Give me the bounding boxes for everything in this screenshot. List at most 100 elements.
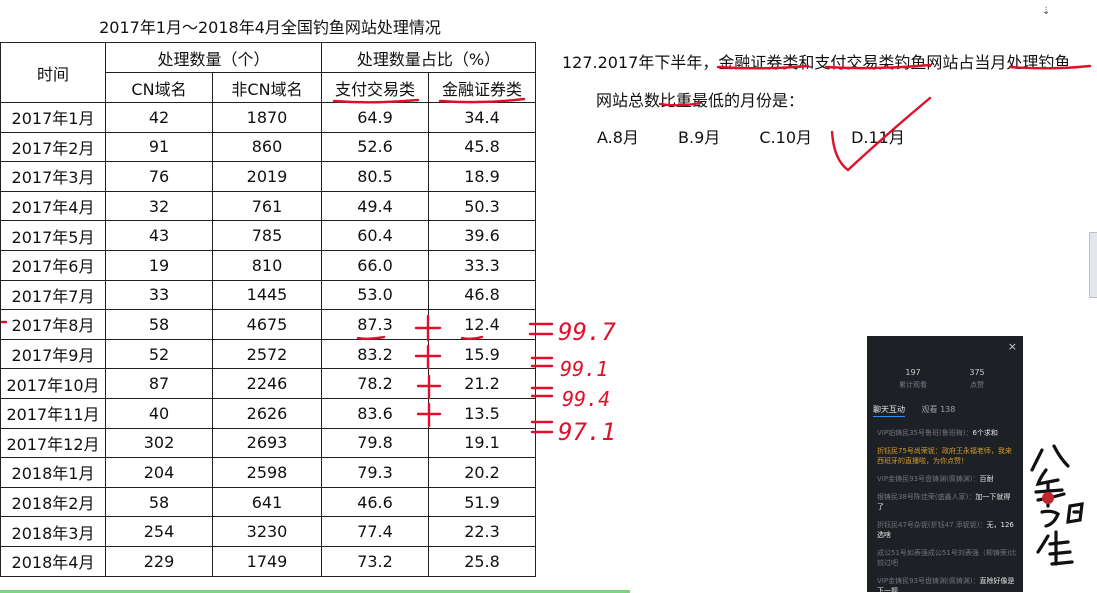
stat-views: 197 累计观看: [883, 368, 943, 390]
cell-securities: 51.9: [428, 486, 536, 518]
cell-payment: 53.0: [321, 279, 429, 311]
cell-securities: 15.9: [428, 338, 536, 370]
cell-payment: 79.3: [321, 457, 429, 488]
table-row: 2017年8月 58 4675 87.3 12.4: [0, 309, 536, 340]
cell-cn: 32: [105, 190, 213, 222]
cell-securities: 34.4: [428, 102, 536, 133]
chat-message-content: 6个求和: [972, 429, 998, 437]
gongkao-siwei-logo: [1030, 444, 1084, 566]
choice-d[interactable]: D.11月: [851, 124, 905, 148]
cell-cn: 58: [105, 309, 213, 340]
cell-non-cn: 1749: [212, 545, 322, 577]
cell-payment: 73.2: [321, 545, 429, 577]
live-chat-panel: × 197 累计观看 375 点赞 聊天互动 观看 138 VIP铂铸民35号鲁…: [867, 336, 1023, 592]
cell-cn: 33: [105, 279, 213, 311]
cell-securities: 19.1: [428, 427, 536, 459]
screen: ⇣ 2017年1月～2018年4月全国钓鱼网站处理情况 时间 处理数量（个） 处…: [0, 0, 1097, 593]
cell-securities: 33.3: [428, 249, 536, 281]
table-row: 2017年11月 40 2626 83.6 13.5: [0, 397, 536, 429]
chat-message-text: 折钰民75号尚荣铌：政府王永福老师，我来西班牙的直播啦，为你点赞！: [877, 447, 1012, 465]
chat-message: VIP铂铸民35号鲁班(鲁班梅)：6个求和: [877, 428, 1017, 438]
cell-cn: 42: [105, 102, 213, 133]
cell-payment: 83.2: [321, 338, 429, 370]
sum-2: 99.1: [560, 357, 608, 381]
cell-month: 2017年3月: [0, 161, 106, 192]
table-row: 2017年2月 91 860 52.6 45.8: [0, 131, 536, 163]
header-non-cn: 非CN域名: [212, 72, 322, 103]
cell-month: 2017年6月: [0, 249, 106, 281]
chat-tabs: 聊天互动 观看 138: [873, 404, 969, 417]
chat-message: VIP金铸民93号盘铸渊(佩铸渊)：百耐: [877, 474, 1017, 484]
chat-message: VIP金铸民93号盘铸渊(佩铸渊)：直除好像是下一题: [877, 576, 1017, 592]
cell-cn: 229: [105, 545, 213, 577]
cell-month: 2017年7月: [0, 279, 106, 311]
header-payment: 支付交易类: [321, 72, 429, 103]
answer-choices: A.8月 B.9月 C.10月 D.11月: [597, 124, 939, 148]
table-title: 2017年1月～2018年4月全国钓鱼网站处理情况: [99, 18, 441, 37]
cell-payment: 80.5: [321, 161, 429, 192]
table-row: 2017年3月 76 2019 80.5 18.9: [0, 161, 536, 192]
cell-non-cn: 4675: [212, 309, 322, 340]
cell-securities: 50.3: [428, 190, 536, 222]
chat-message-text: 折钰民47号杂铌(折钰47 添铌铌)：: [877, 521, 987, 529]
scrollbar[interactable]: [1089, 232, 1097, 298]
cell-month: 2017年8月: [0, 309, 106, 340]
cell-cn: 91: [105, 131, 213, 163]
cell-securities: 25.8: [428, 545, 536, 577]
tab-viewers[interactable]: 观看 138: [922, 405, 956, 414]
views-caption: 累计观看: [899, 381, 927, 389]
likes-count: 375: [969, 368, 985, 377]
chat-message: 银铸民38号陈佳荣(盛鑫人家)：加一下就得了: [877, 492, 1017, 512]
table-row: 2017年6月 19 810 66.0 33.3: [0, 249, 536, 281]
cell-payment: 77.4: [321, 516, 429, 547]
cell-cn: 43: [105, 220, 213, 251]
table-row: 2017年7月 33 1445 53.0 46.8: [0, 279, 536, 311]
cell-month: 2018年4月: [0, 545, 106, 577]
cell-securities: 22.3: [428, 516, 536, 547]
tab-chat[interactable]: 聊天互动: [873, 405, 905, 417]
cursor-arrow-icon: ⇣: [1042, 6, 1051, 17]
chat-message-text: 成公51号如表强成公51号刘表强（柳铸荣)比较过吧: [877, 549, 1017, 567]
likes-caption: 点赞: [970, 381, 984, 389]
choice-b[interactable]: B.9月: [678, 124, 720, 148]
cell-payment: 64.9: [321, 102, 429, 133]
cell-non-cn: 860: [212, 131, 322, 163]
stat-likes: 375 点赞: [947, 368, 1007, 390]
cell-securities: 39.6: [428, 220, 536, 251]
cell-month: 2017年11月: [0, 397, 106, 429]
table-row: 2017年4月 32 761 49.4 50.3: [0, 190, 536, 222]
choice-c[interactable]: C.10月: [759, 124, 812, 148]
cell-payment: 87.3: [321, 309, 429, 340]
logo-seal: [1042, 492, 1054, 504]
cell-payment: 66.0: [321, 249, 429, 281]
question-line-1: 127.2017年下半年，金融证券类和支付交易类钓鱼网站占当月处理钓鱼: [562, 53, 1071, 72]
cell-cn: 40: [105, 397, 213, 429]
cell-cn: 76: [105, 161, 213, 192]
cell-non-cn: 2572: [212, 338, 322, 370]
cell-month: 2018年2月: [0, 486, 106, 518]
cell-payment: 60.4: [321, 220, 429, 251]
chat-message-text: VIP铂铸民35号鲁班(鲁班梅)：: [877, 429, 973, 437]
cell-cn: 58: [105, 486, 213, 518]
chat-message-content: 百耐: [979, 475, 994, 483]
cell-non-cn: 2626: [212, 397, 322, 429]
close-icon[interactable]: ×: [1008, 340, 1017, 353]
cell-payment: 78.2: [321, 368, 429, 399]
table-row: 2017年9月 52 2572 83.2 15.9: [0, 338, 536, 370]
data-table: 时间 处理数量（个） 处理数量占比（%） CN域名 非CN域名 支付交易类 金融…: [0, 42, 536, 577]
header-securities: 金融证券类: [428, 72, 536, 103]
cell-month: 2017年9月: [0, 338, 106, 370]
choice-a[interactable]: A.8月: [597, 124, 639, 148]
cell-payment: 49.4: [321, 190, 429, 222]
cell-non-cn: 1870: [212, 102, 322, 133]
cell-securities: 18.9: [428, 161, 536, 192]
table-row: 2018年4月 229 1749 73.2 25.8: [0, 545, 536, 577]
cell-non-cn: 761: [212, 190, 322, 222]
cell-cn: 87: [105, 368, 213, 399]
cell-month: 2017年5月: [0, 220, 106, 251]
table-row: 2018年2月 58 641 46.6 51.9: [0, 486, 536, 518]
table-row: 2017年5月 43 785 60.4 39.6: [0, 220, 536, 251]
cell-non-cn: 810: [212, 249, 322, 281]
table-header-row: 时间 处理数量（个） 处理数量占比（%）: [0, 42, 536, 103]
cell-payment: 83.6: [321, 397, 429, 429]
